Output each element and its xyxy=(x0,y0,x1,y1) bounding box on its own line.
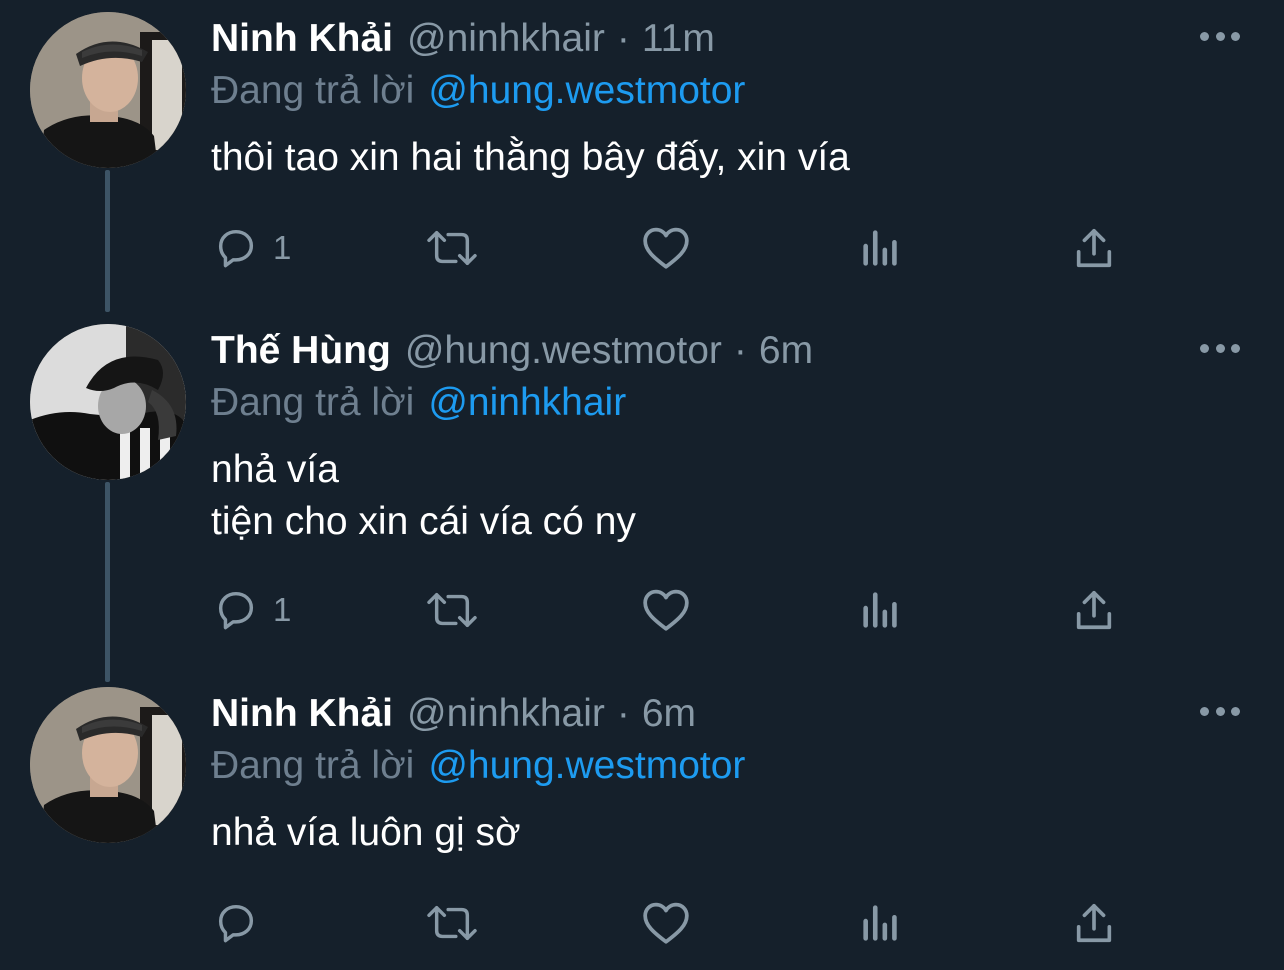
reply-icon xyxy=(218,904,254,943)
more-options-icon[interactable] xyxy=(1200,699,1240,723)
tweet-text: nhả vía tiện cho xin cái vía có ny xyxy=(211,444,636,548)
timestamp[interactable]: 6m xyxy=(642,689,696,739)
author-handle[interactable]: @ninhkhair xyxy=(407,689,605,739)
reply-button[interactable] xyxy=(213,897,273,949)
tweet-text-line: nhả vía xyxy=(211,448,339,491)
retweet-button[interactable] xyxy=(425,897,479,949)
reply-button[interactable]: 1 xyxy=(213,584,291,636)
more-options-icon[interactable] xyxy=(1200,336,1240,360)
analytics-button[interactable] xyxy=(859,222,903,274)
heart-icon xyxy=(643,227,689,269)
avatar[interactable] xyxy=(30,324,186,480)
separator-dot: · xyxy=(733,329,747,372)
replying-to: Đang trả lời @hung.westmotor xyxy=(211,741,745,791)
analytics-icon xyxy=(863,230,897,266)
more-options-icon[interactable] xyxy=(1200,24,1240,48)
author-handle[interactable]: @ninhkhair xyxy=(407,14,605,64)
tweet-header: Ninh Khải @ninhkhair · 11m xyxy=(211,14,715,64)
tweet-header: Ninh Khải @ninhkhair · 6m xyxy=(211,689,696,739)
replying-to-link[interactable]: @hung.westmotor xyxy=(428,69,745,112)
separator-dot: · xyxy=(616,17,630,60)
author-handle[interactable]: @hung.westmotor xyxy=(405,326,722,376)
reply-button[interactable]: 1 xyxy=(213,222,291,274)
like-button[interactable] xyxy=(641,897,691,949)
like-button[interactable] xyxy=(641,584,691,636)
replying-to-link[interactable]: @hung.westmotor xyxy=(428,744,745,787)
analytics-button[interactable] xyxy=(859,897,903,949)
retweet-icon xyxy=(427,905,477,941)
separator-dot: · xyxy=(616,692,630,735)
timestamp[interactable]: 11m xyxy=(642,14,715,64)
tweet[interactable]: Ninh Khải @ninhkhair · 6m Đang trả lời @h… xyxy=(0,675,1284,970)
reply-icon xyxy=(218,591,254,630)
tweet-text-line: thôi tao xin hai thằng bây đấy, xin vía xyxy=(211,136,850,179)
retweet-icon xyxy=(427,230,477,266)
replying-to-link[interactable]: @ninhkhair xyxy=(428,381,626,424)
share-button[interactable] xyxy=(1071,897,1117,949)
heart-icon xyxy=(643,589,689,631)
analytics-button[interactable] xyxy=(859,584,903,636)
tweet-header: Thế Hùng @hung.westmotor · 6m xyxy=(211,326,813,376)
replying-to-label: Đang trả lời xyxy=(211,69,415,112)
tweet-text-line: tiện cho xin cái vía có ny xyxy=(211,500,636,543)
retweet-button[interactable] xyxy=(425,584,479,636)
tweet-text: thôi tao xin hai thằng bây đấy, xin vía xyxy=(211,132,850,184)
retweet-button[interactable] xyxy=(425,222,479,274)
share-button[interactable] xyxy=(1071,222,1117,274)
retweet-icon xyxy=(427,592,477,628)
like-button[interactable] xyxy=(641,222,691,274)
reply-count: 1 xyxy=(273,229,292,266)
share-icon xyxy=(1076,228,1112,268)
replying-to: Đang trả lời @ninhkhair xyxy=(211,378,626,428)
replying-to-label: Đang trả lời xyxy=(211,744,415,787)
tweet-actions: 1 xyxy=(213,584,1133,636)
tweet-actions: 1 xyxy=(213,222,1133,274)
tweet[interactable]: Ninh Khải @ninhkhair · 11m Đang trả lời @… xyxy=(0,0,1284,320)
avatar[interactable] xyxy=(30,687,186,843)
replying-to: Đang trả lời @hung.westmotor xyxy=(211,66,745,116)
share-icon xyxy=(1076,590,1112,630)
tweet-text-line: nhả vía luôn gị sờ xyxy=(211,811,521,854)
analytics-icon xyxy=(863,592,897,628)
conversation-thread: Ninh Khải @ninhkhair · 11m Đang trả lời @… xyxy=(0,0,1284,970)
share-icon xyxy=(1076,903,1112,943)
heart-icon xyxy=(643,902,689,944)
timestamp[interactable]: 6m xyxy=(759,326,813,376)
analytics-icon xyxy=(863,905,897,941)
reply-count: 1 xyxy=(273,591,292,628)
tweet-actions xyxy=(213,897,1133,949)
author-name[interactable]: Ninh Khải xyxy=(211,689,393,739)
author-name[interactable]: Thế Hùng xyxy=(211,326,391,376)
share-button[interactable] xyxy=(1071,584,1117,636)
avatar[interactable] xyxy=(30,12,186,168)
tweet-text: nhả vía luôn gị sờ xyxy=(211,807,521,859)
replying-to-label: Đang trả lời xyxy=(211,381,415,424)
author-name[interactable]: Ninh Khải xyxy=(211,14,393,64)
tweet[interactable]: Thế Hùng @hung.westmotor · 6m Đang trả l… xyxy=(0,312,1284,682)
reply-icon xyxy=(218,229,254,268)
